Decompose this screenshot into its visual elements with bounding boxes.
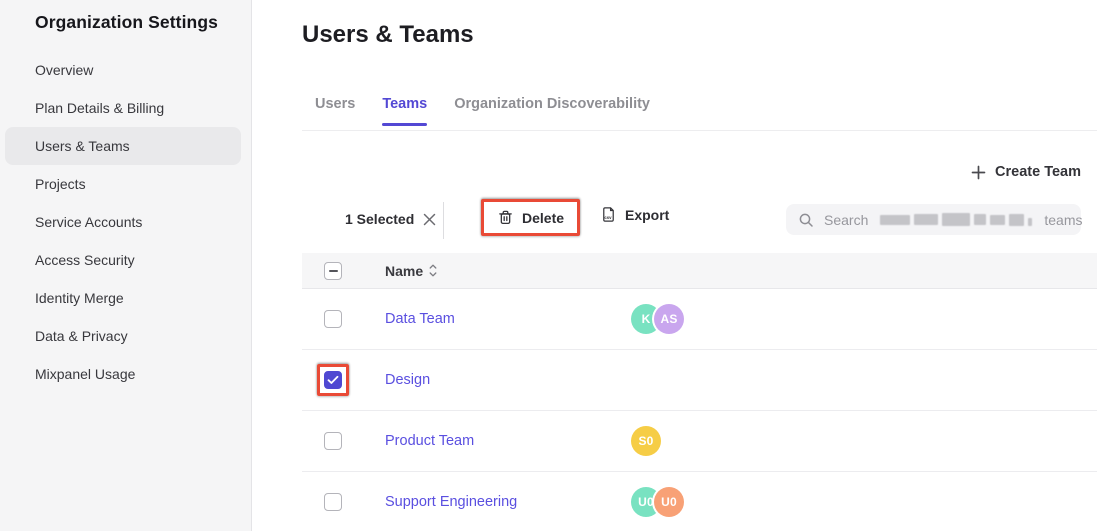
row-checkbox[interactable] xyxy=(324,493,342,511)
tab-bar: Users Teams Organization Discoverability xyxy=(315,96,650,126)
sidebar-item-users-teams[interactable]: Users & Teams xyxy=(5,127,241,165)
tab-organization-discoverability[interactable]: Organization Discoverability xyxy=(454,96,650,126)
sidebar-item-mixpanel-usage[interactable]: Mixpanel Usage xyxy=(0,355,251,393)
sidebar-item-service-accounts[interactable]: Service Accounts xyxy=(0,203,251,241)
search-placeholder-prefix: Search xyxy=(824,212,868,228)
team-name-link[interactable]: Data Team xyxy=(385,311,455,327)
row-checkbox-checked[interactable] xyxy=(324,371,342,389)
main-content: Users & Teams Users Teams Organization D… xyxy=(253,0,1108,531)
avatar: U0 xyxy=(654,487,684,517)
create-team-button[interactable]: Create Team xyxy=(971,164,1081,180)
redacted-org-name xyxy=(880,213,1032,226)
avatar: AS xyxy=(654,304,684,334)
team-name-link[interactable]: Product Team xyxy=(385,433,474,449)
selected-count-label: 1 Selected xyxy=(345,211,414,227)
table-row: Design xyxy=(302,350,1097,411)
trash-icon xyxy=(497,209,514,226)
table-row: Support Engineering U0 U0 xyxy=(302,472,1097,531)
sidebar-nav: Overview Plan Details & Billing Users & … xyxy=(0,51,251,393)
sidebar-item-identity-merge[interactable]: Identity Merge xyxy=(0,279,251,317)
tab-teams[interactable]: Teams xyxy=(382,96,427,126)
page-title: Users & Teams xyxy=(302,21,474,49)
avatar-group: U0 U0 xyxy=(631,487,684,517)
tab-users[interactable]: Users xyxy=(315,96,355,126)
avatar: S0 xyxy=(631,426,661,456)
checkmark-icon xyxy=(327,375,339,385)
table-row: Data Team K AS xyxy=(302,289,1097,350)
delete-label: Delete xyxy=(522,210,564,226)
search-placeholder-suffix: teams xyxy=(1044,212,1082,228)
delete-button[interactable]: Delete xyxy=(481,199,580,236)
svg-text:csv: csv xyxy=(604,215,612,220)
export-label: Export xyxy=(625,207,669,223)
select-all-checkbox[interactable] xyxy=(324,262,342,280)
avatar-group: K AS xyxy=(631,304,684,334)
sidebar-item-projects[interactable]: Projects xyxy=(0,165,251,203)
create-team-label: Create Team xyxy=(995,164,1081,180)
selection-summary: 1 Selected xyxy=(345,211,436,227)
toolbar-divider xyxy=(443,202,444,239)
sidebar-item-data-privacy[interactable]: Data & Privacy xyxy=(0,317,251,355)
export-button[interactable]: csv Export xyxy=(600,206,669,223)
team-name-link[interactable]: Support Engineering xyxy=(385,494,517,510)
organization-settings-page: Organization Settings Overview Plan Deta… xyxy=(0,0,1108,531)
row-checkbox[interactable] xyxy=(324,310,342,328)
teams-table: Name Data Team K AS xyxy=(302,253,1097,531)
team-name-link[interactable]: Design xyxy=(385,372,430,388)
table-header: Name xyxy=(302,253,1097,289)
sidebar: Organization Settings Overview Plan Deta… xyxy=(0,0,252,531)
column-header-name[interactable]: Name xyxy=(385,263,437,279)
table-row: Product Team S0 xyxy=(302,411,1097,472)
sidebar-item-access-security[interactable]: Access Security xyxy=(0,241,251,279)
csv-file-icon: csv xyxy=(600,206,617,223)
search-icon xyxy=(798,212,814,228)
row-checkbox[interactable] xyxy=(324,432,342,450)
tab-divider xyxy=(302,130,1097,131)
sidebar-item-plan-details-billing[interactable]: Plan Details & Billing xyxy=(0,89,251,127)
avatar-group: S0 xyxy=(631,426,661,456)
clear-selection-icon[interactable] xyxy=(423,213,436,226)
plus-icon xyxy=(971,165,986,180)
sidebar-item-overview[interactable]: Overview xyxy=(0,51,251,89)
annotation-box xyxy=(317,364,349,396)
sidebar-title: Organization Settings xyxy=(35,12,251,33)
search-input[interactable]: Search teams xyxy=(786,204,1081,235)
sort-icon xyxy=(429,264,437,277)
